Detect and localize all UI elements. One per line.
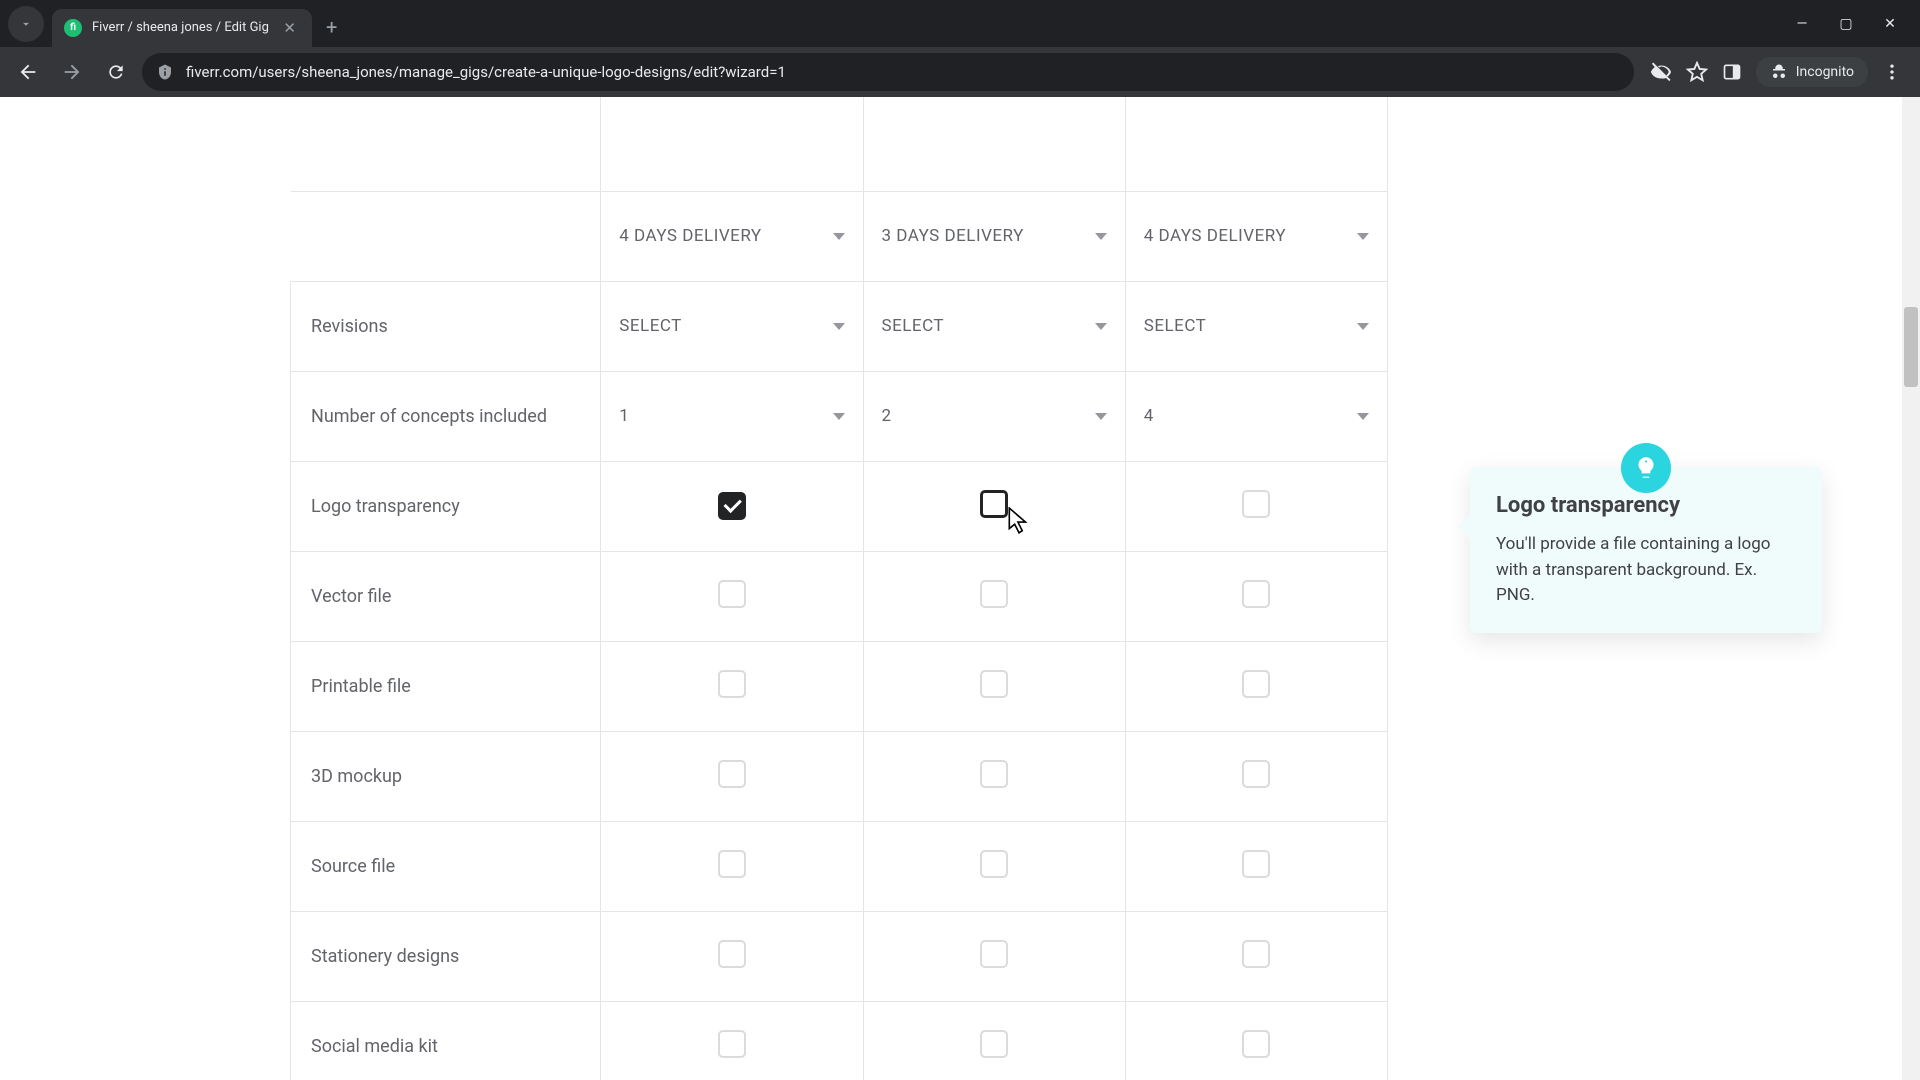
- feature-checkbox[interactable]: [980, 1030, 1008, 1058]
- feature-label: Social media kit: [291, 1001, 601, 1080]
- row-delivery: 4 DAYS DELIVERY 3 DAYS DELIVERY 4 DAYS D…: [291, 191, 1388, 281]
- row-feature: Vector file: [291, 551, 1388, 641]
- concepts-select-premium[interactable]: 4: [1126, 376, 1387, 456]
- feature-checkbox[interactable]: [718, 760, 746, 788]
- feature-checkbox[interactable]: [980, 490, 1008, 518]
- back-button[interactable]: [10, 54, 46, 90]
- feature-checkbox[interactable]: [980, 670, 1008, 698]
- delivery-select-basic[interactable]: 4 DAYS DELIVERY: [601, 196, 862, 276]
- chevron-down-icon: [1357, 413, 1369, 420]
- feature-checkbox[interactable]: [1242, 940, 1270, 968]
- reload-button[interactable]: [98, 54, 134, 90]
- url-text: fiverr.com/users/sheena_jones/manage_gig…: [186, 63, 786, 81]
- feature-checkbox[interactable]: [1242, 490, 1270, 518]
- chevron-down-icon: [833, 233, 845, 240]
- feature-checkbox[interactable]: [980, 940, 1008, 968]
- tooltip-body: You'll provide a file containing a logo …: [1496, 532, 1796, 609]
- incognito-icon: [1770, 63, 1788, 81]
- row-feature: Social media kit: [291, 1001, 1388, 1080]
- tab-search-button[interactable]: [8, 6, 44, 42]
- new-tab-button[interactable]: +: [312, 15, 351, 39]
- tab-title: Fiverr / sheena jones / Edit Gig: [92, 20, 279, 35]
- delivery-select-standard[interactable]: 3 DAYS DELIVERY: [864, 196, 1125, 276]
- eye-off-icon[interactable]: [1650, 61, 1672, 83]
- feature-checkbox[interactable]: [980, 850, 1008, 878]
- label-concepts: Number of concepts included: [291, 371, 601, 461]
- label-revisions: Revisions: [291, 281, 601, 371]
- browser-toolbar: fiverr.com/users/sheena_jones/manage_gig…: [0, 47, 1920, 97]
- side-panel-icon[interactable]: [1722, 62, 1742, 82]
- chevron-down-icon: [1095, 413, 1107, 420]
- feature-checkbox[interactable]: [1242, 850, 1270, 878]
- chevron-down-icon: [1357, 233, 1369, 240]
- row-feature: Logo transparency: [291, 461, 1388, 551]
- feature-label: Printable file: [291, 641, 601, 731]
- feature-label: Stationery designs: [291, 911, 601, 1001]
- browser-tab[interactable]: fi Fiverr / sheena jones / Edit Gig ✕: [52, 9, 312, 47]
- delivery-select-premium[interactable]: 4 DAYS DELIVERY: [1126, 196, 1387, 276]
- incognito-label: Incognito: [1796, 64, 1854, 80]
- feature-checkbox[interactable]: [1242, 1030, 1270, 1058]
- revisions-select-standard[interactable]: SELECT: [864, 286, 1125, 366]
- window-controls: — ▢ ✕: [1792, 16, 1912, 32]
- feature-checkbox[interactable]: [1242, 760, 1270, 788]
- feature-label: Logo transparency: [291, 461, 601, 551]
- forward-button[interactable]: [54, 54, 90, 90]
- feature-checkbox[interactable]: [980, 580, 1008, 608]
- maximize-button[interactable]: ▢: [1836, 16, 1856, 32]
- tab-close-icon[interactable]: ✕: [279, 19, 300, 37]
- tooltip-title: Logo transparency: [1496, 493, 1796, 518]
- feature-checkbox[interactable]: [718, 940, 746, 968]
- feature-label: 3D mockup: [291, 731, 601, 821]
- row-concepts: Number of concepts included 1 2 4: [291, 371, 1388, 461]
- feature-label: Source file: [291, 821, 601, 911]
- minimize-button[interactable]: —: [1792, 16, 1812, 32]
- row-revisions: Revisions SELECT SELECT SELECT: [291, 281, 1388, 371]
- site-settings-icon[interactable]: [156, 63, 174, 81]
- vertical-scrollbar[interactable]: [1902, 97, 1920, 1080]
- feature-checkbox[interactable]: [1242, 670, 1270, 698]
- feature-checkbox[interactable]: [718, 850, 746, 878]
- feature-checkbox[interactable]: [718, 1030, 746, 1058]
- chevron-down-icon: [1095, 233, 1107, 240]
- feature-checkbox[interactable]: [718, 580, 746, 608]
- feature-checkbox[interactable]: [718, 492, 746, 520]
- feature-checkbox[interactable]: [718, 670, 746, 698]
- feature-label: Vector file: [291, 551, 601, 641]
- incognito-chip[interactable]: Incognito: [1756, 57, 1868, 87]
- row-feature: Stationery designs: [291, 911, 1388, 1001]
- tab-favicon: fi: [64, 19, 82, 37]
- chevron-down-icon: [1357, 323, 1369, 330]
- chevron-down-icon: [1095, 323, 1107, 330]
- address-bar[interactable]: fiverr.com/users/sheena_jones/manage_gig…: [142, 53, 1634, 91]
- scrollbar-thumb[interactable]: [1904, 307, 1918, 387]
- concepts-select-basic[interactable]: 1: [601, 376, 862, 456]
- feature-checkbox[interactable]: [980, 760, 1008, 788]
- concepts-select-standard[interactable]: 2: [864, 376, 1125, 456]
- menu-icon[interactable]: [1882, 62, 1902, 82]
- bookmark-star-icon[interactable]: [1686, 61, 1708, 83]
- row-feature: Printable file: [291, 641, 1388, 731]
- lightbulb-icon: [1621, 443, 1671, 493]
- row-feature: 3D mockup: [291, 731, 1388, 821]
- feature-checkbox[interactable]: [1242, 580, 1270, 608]
- revisions-select-basic[interactable]: SELECT: [601, 286, 862, 366]
- page-viewport: 4 DAYS DELIVERY 3 DAYS DELIVERY 4 DAYS D…: [0, 97, 1920, 1080]
- chevron-down-icon: [833, 413, 845, 420]
- packages-table: 4 DAYS DELIVERY 3 DAYS DELIVERY 4 DAYS D…: [290, 97, 1388, 1080]
- revisions-select-premium[interactable]: SELECT: [1126, 286, 1387, 366]
- close-button[interactable]: ✕: [1880, 16, 1900, 32]
- chevron-down-icon: [833, 323, 845, 330]
- row-feature: Source file: [291, 821, 1388, 911]
- info-tooltip: Logo transparency You'll provide a file …: [1470, 467, 1822, 633]
- titlebar: fi Fiverr / sheena jones / Edit Gig ✕ + …: [0, 0, 1920, 47]
